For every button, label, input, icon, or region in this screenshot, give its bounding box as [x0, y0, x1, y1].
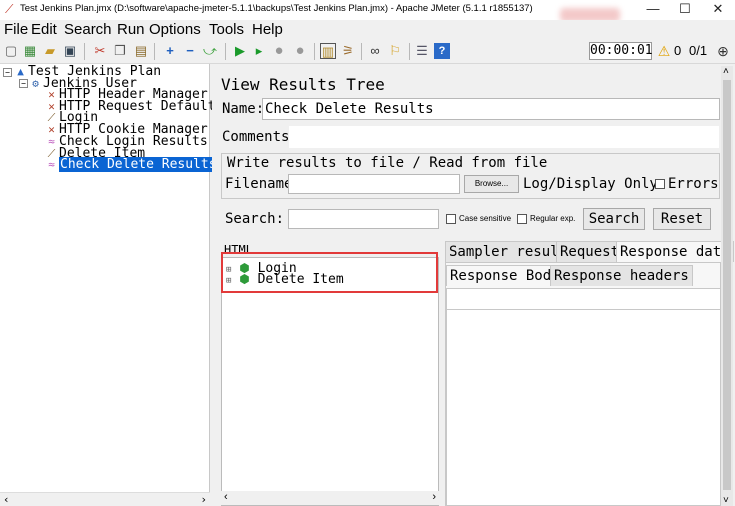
test-plan-tree: − ▲ Test Jenkins Plan − ⚙ Jenkins User ✕ HT…	[0, 64, 218, 506]
expand-all-icon[interactable]: +	[162, 43, 178, 59]
thread-group-icon: ⚙	[32, 77, 39, 90]
case-sensitive-checkbox[interactable]	[446, 214, 456, 224]
collapse-toggle[interactable]: −	[3, 68, 12, 77]
stop-icon[interactable]: ●	[271, 43, 287, 59]
listener-icon: ≈	[48, 158, 55, 171]
tab-response-data[interactable]: Response data	[616, 241, 734, 262]
response-search-bar[interactable]	[446, 288, 721, 310]
menu-options[interactable]: Options	[149, 21, 201, 38]
menu-help[interactable]: Help	[252, 21, 283, 38]
name-label: Name:	[222, 101, 265, 117]
copy-icon[interactable]: ❐	[112, 43, 128, 59]
log-display-label: Log/Display Only:	[523, 176, 667, 192]
collapse-toggle[interactable]: −	[19, 79, 28, 88]
scroll-thumb[interactable]	[723, 80, 731, 490]
window-title: Test Jenkins Plan.jmx (D:\software\apach…	[20, 3, 533, 14]
regular-exp-label: Regular exp.	[530, 214, 576, 223]
templates-icon[interactable]: ▦	[22, 43, 38, 59]
tree-node-check-delete-results[interactable]: ≈ Check Delete Results	[45, 157, 218, 172]
response-body-view[interactable]	[446, 310, 721, 506]
thread-count: 0/1	[689, 43, 708, 58]
subtab-response-body[interactable]: Response Body	[446, 265, 564, 286]
test-plan-icon: ▲	[17, 65, 24, 78]
panel-title: View Results Tree	[221, 75, 385, 94]
comments-label: Comments:	[222, 129, 298, 145]
function-helper-icon[interactable]: ☰	[414, 43, 430, 59]
tab-request[interactable]: Request	[556, 241, 624, 262]
scroll-right-icon[interactable]: ›	[432, 491, 436, 503]
name-field[interactable]: Check Delete Results	[262, 98, 720, 120]
menu-search[interactable]: Search	[64, 21, 112, 38]
search-button[interactable]: Search	[583, 208, 645, 230]
tab-sampler-result[interactable]: Sampler result	[445, 241, 572, 262]
scroll-right-icon[interactable]: ›	[200, 493, 207, 506]
filename-field[interactable]	[288, 174, 460, 194]
clear-icon[interactable]: ▥	[320, 43, 336, 59]
scroll-down-icon[interactable]: ˅	[723, 495, 729, 506]
search-label: Search:	[225, 211, 285, 227]
file-group-title: Write results to file / Read from file	[227, 155, 548, 171]
close-button[interactable]: ✕	[702, 0, 734, 20]
open-icon[interactable]: ▰	[42, 43, 58, 59]
tree-horizontal-scrollbar[interactable]: ‹ ›	[0, 492, 210, 506]
menu-tools[interactable]: Tools	[209, 21, 244, 38]
warning-icon[interactable]: ⚠	[656, 43, 672, 59]
toggle-icon[interactable]: ⤻	[202, 43, 218, 59]
search-input[interactable]	[288, 209, 439, 229]
elapsed-timer: 00:00:01	[589, 42, 653, 60]
title-bar: ⟋ Test Jenkins Plan.jmx (D:\software\apa…	[0, 0, 735, 22]
comments-field[interactable]	[288, 125, 720, 149]
start-no-pause-icon[interactable]: ▸	[251, 43, 267, 59]
scroll-up-icon[interactable]: ˄	[723, 66, 729, 77]
warning-count: 0	[674, 43, 682, 58]
search-binoculars-icon[interactable]: ∞	[367, 43, 383, 59]
toolbar: ▢ ▦ ▰ ▣ ✂ ❐ ▤ + − ⤻ ▶ ▸ ● ● ▥ ⚞ ∞ ⚐ ☰ ? …	[0, 40, 735, 64]
menu-file[interactable]: File	[4, 21, 28, 38]
menu-edit[interactable]: Edit	[31, 21, 57, 38]
remote-icon[interactable]: ⊕	[715, 43, 731, 59]
jmeter-feather-icon: ⟋	[5, 2, 14, 16]
paste-icon[interactable]: ▤	[133, 43, 149, 59]
errors-checkbox[interactable]	[655, 179, 665, 189]
start-icon[interactable]: ▶	[232, 43, 248, 59]
results-list	[221, 257, 439, 506]
collapse-all-icon[interactable]: −	[182, 43, 198, 59]
case-sensitive-label: Case sensitive	[459, 214, 512, 223]
new-icon[interactable]: ▢	[3, 43, 19, 59]
minimize-button[interactable]: —	[637, 0, 669, 20]
scroll-left-icon[interactable]: ‹	[3, 493, 10, 506]
filename-label: Filename	[225, 176, 293, 192]
maximize-button[interactable]: ☐	[669, 0, 701, 20]
errors-label: Errors	[668, 176, 719, 192]
panel-vertical-scrollbar[interactable]: ˄ ˅	[721, 66, 733, 506]
browse-button[interactable]: Browse...	[464, 175, 519, 193]
cut-icon[interactable]: ✂	[92, 43, 108, 59]
reset-search-icon[interactable]: ⚐	[387, 43, 403, 59]
menu-bar: File Edit Search Run Options Tools Help	[0, 20, 735, 40]
reset-button[interactable]: Reset	[653, 208, 711, 230]
subtab-response-headers[interactable]: Response headers	[550, 265, 693, 286]
results-horizontal-scrollbar[interactable]: ‹ ›	[221, 491, 439, 505]
highlight-frame	[221, 252, 438, 293]
save-icon[interactable]: ▣	[62, 43, 78, 59]
clear-all-icon[interactable]: ⚞	[340, 43, 356, 59]
scroll-left-icon[interactable]: ‹	[224, 491, 228, 503]
tree-node-label-selected: Check Delete Results	[59, 157, 218, 172]
shutdown-icon[interactable]: ●	[292, 43, 308, 59]
regular-exp-checkbox[interactable]	[517, 214, 527, 224]
help-icon[interactable]: ?	[434, 43, 450, 59]
menu-run[interactable]: Run	[117, 21, 145, 38]
